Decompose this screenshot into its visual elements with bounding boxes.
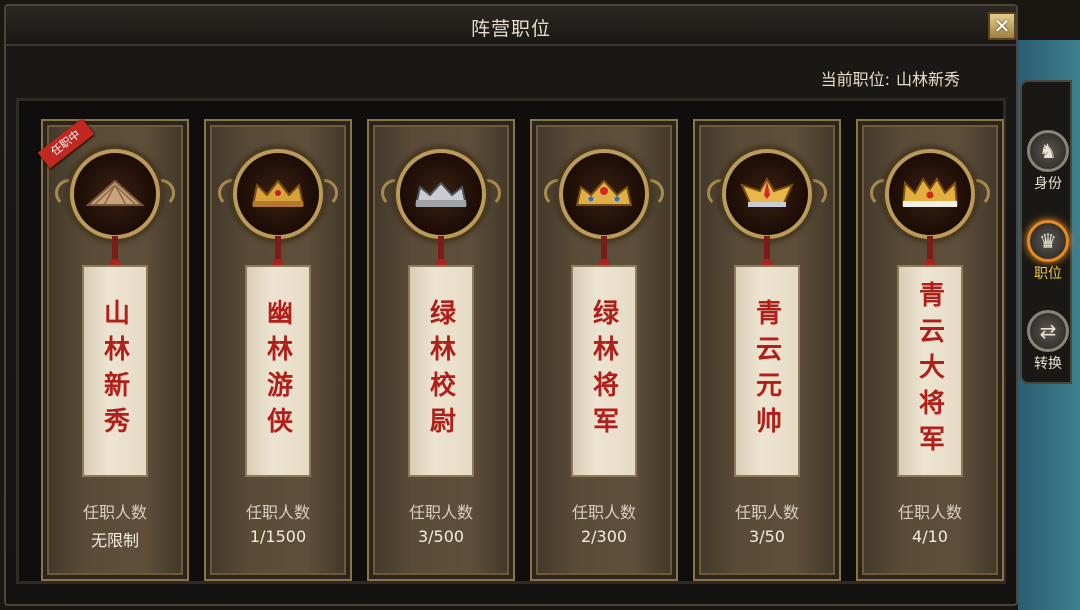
count-value: 3/500 [417, 527, 465, 546]
grand-crown-icon [885, 149, 975, 239]
faction-position-window: 阵营职位 ✕ 当前职位: 山林新秀 任职中 山林新秀 任职人数 无限制 幽林游侠… [4, 4, 1018, 606]
position-name: 青云大将军 [914, 281, 945, 461]
name-scroll: 绿林校尉 [408, 265, 474, 477]
count-value: 无限制 [90, 531, 139, 550]
close-button[interactable]: ✕ [988, 12, 1016, 40]
count-value: 3/50 [749, 527, 785, 546]
current-position: 当前职位: 山林新秀 [815, 66, 960, 90]
count-label: 任职人数 [245, 503, 310, 522]
switch-icon: ⇄ [1027, 310, 1069, 352]
position-card[interactable]: 任职中 山林新秀 任职人数 无限制 [37, 118, 189, 581]
name-scroll: 青云大将军 [897, 265, 963, 477]
sidebar-panel: ♞ 身份 ♛ 职位 ⇄ 转换 [1020, 80, 1072, 384]
window-title: 阵营职位 [470, 18, 551, 40]
count-value: 1/1500 [249, 527, 307, 546]
close-icon: ✕ [993, 14, 1011, 38]
position-card[interactable]: 绿林校尉 任职人数 3/500 [367, 119, 515, 581]
name-scroll: 幽林游侠 [245, 265, 311, 477]
right-sidebar: ♞ 身份 ♛ 职位 ⇄ 转换 [1018, 40, 1080, 610]
position-icon: ♛ [1027, 220, 1069, 262]
winged-crown-icon [722, 149, 812, 239]
sidebar-item-label: 职位 [1034, 266, 1062, 282]
straw-hat-icon [70, 149, 160, 239]
position-name: 幽林游侠 [262, 299, 293, 443]
gold-crown-icon [233, 149, 323, 239]
count-label: 任职人数 [571, 503, 636, 522]
count-label: 任职人数 [408, 503, 473, 522]
sidebar-item-label: 转换 [1034, 356, 1062, 372]
position-card[interactable]: 幽林游侠 任职人数 1/1500 [204, 119, 352, 581]
count-value: 2/300 [580, 527, 628, 546]
count-label: 任职人数 [734, 503, 799, 522]
position-name: 绿林校尉 [425, 299, 456, 443]
sidebar-item-switch[interactable]: ⇄ 转换 [1023, 310, 1073, 373]
current-position-value: 山林新秀 [895, 70, 960, 89]
position-card[interactable]: 青云大将军 任职人数 4/10 [856, 119, 1004, 581]
position-name: 山林新秀 [99, 299, 130, 443]
sidebar-item-label: 身份 [1034, 176, 1062, 192]
position-name: 青云元帅 [751, 299, 782, 443]
jeweled-crown-icon [559, 149, 649, 239]
position-card[interactable]: 绿林将军 任职人数 2/300 [530, 119, 678, 581]
name-scroll: 绿林将军 [571, 265, 637, 477]
position-card[interactable]: 青云元帅 任职人数 3/50 [693, 119, 841, 581]
name-scroll: 山林新秀 [82, 265, 148, 477]
count-value: 4/10 [912, 527, 948, 546]
current-position-label: 当前职位: [820, 70, 890, 89]
count-label: 任职人数 [82, 503, 147, 522]
sidebar-item-identity[interactable]: ♞ 身份 [1023, 130, 1073, 193]
identity-icon: ♞ [1027, 130, 1069, 172]
position-card-list: 任职中 山林新秀 任职人数 无限制 幽林游侠 任职人数 1/1500 绿林校尉 … [16, 98, 1006, 584]
title-bar: 阵营职位 ✕ [6, 6, 1016, 46]
name-scroll: 青云元帅 [734, 265, 800, 477]
position-name: 绿林将军 [588, 299, 619, 443]
count-label: 任职人数 [897, 503, 962, 522]
sidebar-item-position[interactable]: ♛ 职位 [1023, 220, 1073, 283]
silver-crown-icon [396, 149, 486, 239]
